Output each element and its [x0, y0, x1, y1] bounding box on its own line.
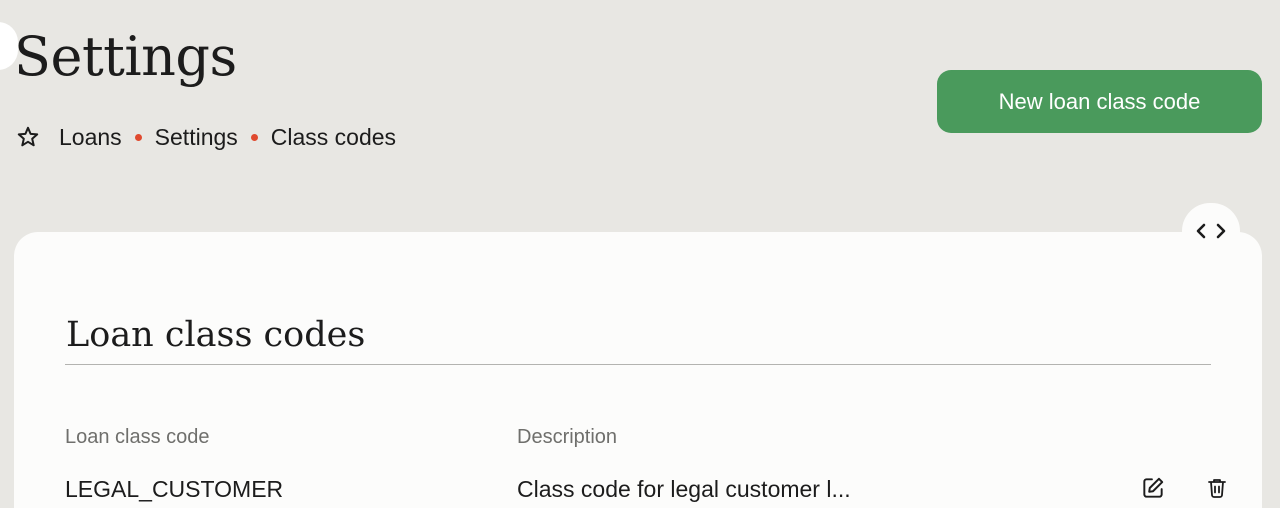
row-description: Class code for legal customer l... — [517, 476, 851, 502]
star-icon[interactable] — [16, 125, 40, 149]
column-header-description: Description — [517, 426, 618, 448]
scroll-toggle — [1182, 203, 1240, 259]
trash-icon[interactable] — [1202, 473, 1232, 503]
column-header-code: Loan class code — [65, 426, 210, 448]
breadcrumb-separator — [250, 133, 258, 141]
edit-icon[interactable] — [1138, 473, 1168, 503]
breadcrumb-item-class-codes: Class codes — [270, 123, 397, 150]
section-title: Loan class codes — [66, 315, 366, 355]
loan-class-codes-card: Loan class codes Loan class code Descrip… — [14, 232, 1262, 508]
breadcrumb-item-loans[interactable]: Loans — [59, 124, 122, 151]
row-code: LEGAL_CUSTOMER — [65, 476, 284, 502]
breadcrumb: Loans Settings Class codes — [16, 122, 396, 152]
page-title: Settings — [14, 25, 237, 88]
breadcrumb-item-settings[interactable]: Settings — [155, 124, 238, 151]
chevron-left-icon[interactable] — [1195, 223, 1207, 239]
breadcrumb-separator — [134, 133, 142, 141]
section-divider — [65, 364, 1211, 365]
chevron-right-icon[interactable] — [1215, 223, 1227, 239]
new-loan-class-code-button[interactable]: New loan class code — [937, 70, 1262, 133]
